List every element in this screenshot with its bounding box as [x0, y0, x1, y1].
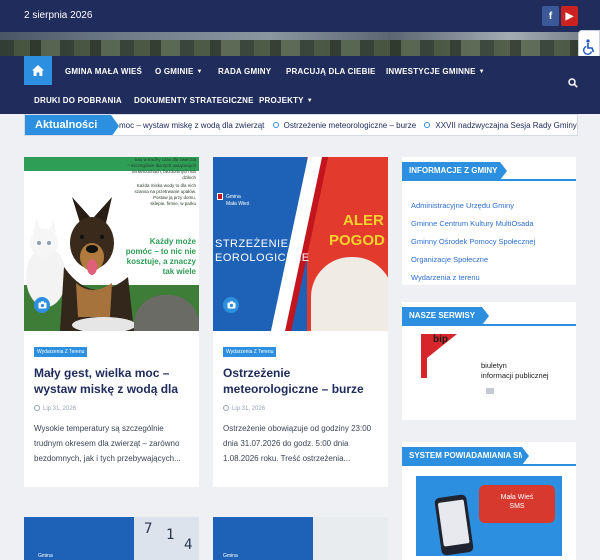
bip-mark: bip	[433, 334, 448, 345]
puzzle-illustration: 7 1 4	[134, 517, 199, 560]
widget-link[interactable]: Administracyjne Urzędu Gminy	[411, 199, 535, 217]
phone-illustration	[434, 494, 474, 556]
nav-item-rada-gminy[interactable]: RADA GMINY	[218, 67, 271, 76]
home-button[interactable]	[24, 56, 52, 85]
ticker-track: moc – wystaw miskę z wodą dla zwierząt O…	[119, 115, 577, 135]
main-navigation: GMINA MAŁA WIEŚ O GMINIE ▼ RADA GMINY PRA…	[0, 56, 600, 114]
ticker-item[interactable]: moc – wystaw miskę z wodą dla zwierząt	[119, 121, 264, 130]
facebook-icon[interactable]: f	[542, 6, 559, 26]
post-image[interactable]: Gmina	[213, 517, 388, 560]
widget-title: NASZE SERWISY	[402, 307, 489, 325]
nav-item-projekty[interactable]: PROJEKTY ▼	[259, 96, 313, 105]
gmina-logo: Gmina	[223, 553, 238, 559]
post-title[interactable]: Ostrzeżenie meteorologiczne – burze	[223, 365, 381, 397]
gmina-logo: Gmina	[38, 553, 53, 559]
slider-pager[interactable]	[486, 388, 494, 394]
post-date: Lip 31, 2026	[223, 405, 265, 412]
post-card: Gmina	[213, 517, 388, 560]
clock-icon	[223, 405, 229, 411]
post-image[interactable]: Gmina Mała Wieś STRZEŻENIE EOROLOGICZNE …	[213, 157, 388, 331]
ticker-item[interactable]: XXVII nadzwyczajna Sesja Rady Gminy Mała…	[424, 121, 577, 130]
bip-logo[interactable]: bip biuletyn informacji publicznej	[421, 328, 549, 380]
nav-item-pracuja-dla-ciebie[interactable]: PRACUJĄ DLA CIEBIE	[286, 67, 376, 76]
camera-icon	[34, 297, 50, 313]
gmina-logo: Gmina Mała Wieś	[217, 193, 249, 208]
chevron-down-icon: ▼	[306, 98, 313, 104]
search-icon[interactable]	[568, 78, 578, 88]
nav-item-inwestycje[interactable]: INWESTYCJE GMINNE ▼	[386, 67, 485, 76]
widget-links: Administracyjne Urzędu Gminy Gminne Cent…	[411, 199, 535, 289]
widget-sms: SYSTEM POWIADAMIANIA SMS Mała Wieś SMS	[402, 442, 576, 560]
nav-item-gmina[interactable]: GMINA MAŁA WIEŚ	[65, 67, 142, 76]
widget-title: INFORMACJE Z GMINY	[402, 162, 507, 180]
camera-icon	[223, 297, 239, 313]
circle-icon	[424, 122, 431, 128]
banner-trees	[0, 40, 600, 56]
chevron-down-icon: ▼	[478, 69, 485, 75]
post-card: 7 1 4 Gmina	[24, 517, 199, 560]
post-card: tutu w trudny czas dla zwierząt – szczeg…	[24, 157, 199, 487]
post-title[interactable]: Mały gest, wielka moc – wystaw miskę z w…	[34, 365, 192, 397]
home-icon	[32, 65, 44, 76]
post-image[interactable]: 7 1 4 Gmina	[24, 517, 199, 560]
category-badge[interactable]: Wydarzenia Z Terenu	[34, 347, 88, 357]
widget-informacje: INFORMACJE Z GMINY Administracyjne Urzęd…	[402, 157, 576, 285]
nav-item-dokumenty[interactable]: DOKUMENTY STRATEGICZNE	[134, 96, 254, 105]
poster-title: STRZEŻENIE EOROLOGICZNE	[215, 238, 310, 264]
header-banner-image	[0, 32, 600, 56]
sms-banner[interactable]: Mała Wieś SMS	[416, 476, 562, 556]
sms-bubble: Mała Wieś SMS	[479, 485, 555, 523]
widget-link[interactable]: Wydarzenia z terenu	[411, 271, 535, 289]
top-bar: 2 sierpnia 2026 f ▶	[0, 0, 600, 32]
alert-text: ALER POGOD	[329, 212, 385, 249]
nav-item-druki[interactable]: DRUKI DO POBRANIA	[34, 96, 122, 105]
ticker-item[interactable]: Ostrzeżenie meteorologiczne – burze	[272, 121, 416, 130]
widget-title: SYSTEM POWIADAMIANIA SMS	[402, 447, 530, 465]
widget-link[interactable]: Organizacje Społeczne	[411, 253, 535, 271]
ticker-label: Aktualności	[25, 115, 119, 135]
youtube-icon[interactable]: ▶	[561, 6, 578, 26]
widget-link[interactable]: Gminny Ośrodek Pomocy Społecznej	[411, 235, 535, 253]
post-excerpt: Wysokie temperatury są szczególnie trudn…	[34, 424, 181, 463]
wheelchair-icon	[583, 39, 595, 55]
post-date: Lip 31, 2026	[34, 405, 76, 412]
chevron-down-icon: ▼	[196, 69, 203, 75]
post-card: Gmina Mała Wieś STRZEŻENIE EOROLOGICZNE …	[213, 157, 388, 487]
clock-icon	[34, 405, 40, 411]
category-badge[interactable]: Wydarzenia Z Terenu	[223, 347, 277, 357]
coat-of-arms-icon	[217, 193, 223, 200]
poster-slogan: Każdy może pomóc – to nic nie kosztuje, …	[125, 237, 196, 276]
bip-text: biuletyn informacji publicznej	[481, 361, 549, 380]
widget-link[interactable]: Gminne Centrum Kultury MultiOsada	[411, 217, 535, 235]
news-ticker: Aktualności moc – wystaw miskę z wodą dl…	[24, 114, 578, 136]
widget-serwisy: NASZE SERWISY bip biuletyn informacji pu…	[402, 302, 576, 420]
post-excerpt: Ostrzeżenie obowiązuje od godziny 23:00 …	[223, 424, 372, 463]
bip-logo-icon: bip	[421, 334, 457, 378]
circle-icon	[272, 122, 279, 128]
post-image[interactable]: tutu w trudny czas dla zwierząt – szczeg…	[24, 157, 199, 331]
nav-item-o-gminie[interactable]: O GMINIE ▼	[155, 67, 203, 76]
current-date: 2 sierpnia 2026	[24, 10, 93, 21]
